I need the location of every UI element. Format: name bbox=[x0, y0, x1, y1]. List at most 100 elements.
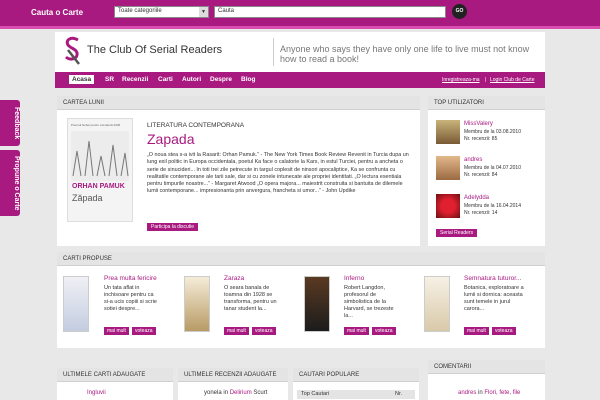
user-member: Membru de la 16.04.2014 bbox=[464, 203, 521, 209]
panel-header: CARTEA LUNII bbox=[57, 96, 420, 110]
latest-book-link[interactable]: Ingluvii bbox=[87, 390, 106, 396]
book-cover[interactable] bbox=[184, 276, 210, 332]
accent-line bbox=[0, 26, 600, 29]
more-button[interactable]: mai mult bbox=[344, 327, 369, 335]
panel-header: ULTIMELE CARTI ADAUGATE bbox=[57, 368, 173, 382]
comment-item[interactable]: andres in Flori, fete, file bbox=[458, 390, 520, 396]
user-reviews: Nr. recenzii: 85 bbox=[464, 136, 498, 142]
searches-count-col: Nr. bbox=[395, 391, 403, 397]
book-cover[interactable] bbox=[304, 276, 330, 332]
chevron-down-icon: ▼ bbox=[199, 7, 208, 17]
panel-title: CARTI PROPUSE bbox=[63, 256, 112, 262]
review-more: Scurt bbox=[253, 390, 268, 396]
book-of-month-panel: CARTEA LUNII Premiul Nobel pentru Litera… bbox=[57, 96, 420, 246]
login-link[interactable]: Login Club de Carte bbox=[490, 77, 534, 83]
more-button[interactable]: mai mult bbox=[104, 327, 129, 335]
vote-button[interactable]: voteaza bbox=[252, 327, 276, 335]
book-desc: Un tata aflat in inchisoare pentru ca si… bbox=[104, 285, 157, 312]
more-button[interactable]: mai mult bbox=[224, 327, 249, 335]
search-input[interactable]: Cauta bbox=[214, 6, 446, 18]
book-cover[interactable] bbox=[63, 276, 89, 332]
search-bar: Cauta o Carte Toate categoriile ▼ Cauta … bbox=[0, 0, 600, 26]
book-desc: Botanica, exploratoare a lumii si dornic… bbox=[464, 285, 524, 312]
serial-readers-button[interactable]: Serial Readers bbox=[436, 229, 478, 237]
proposed-books-panel: CARTI PROPUSE Prea multa fericire Un tat… bbox=[57, 252, 545, 348]
review-in: in bbox=[223, 390, 229, 396]
review-user[interactable]: yonela bbox=[204, 390, 222, 396]
top-searches-col: Top Cautari bbox=[301, 391, 330, 397]
user-member: Membru de la 03.08.2010 bbox=[464, 129, 521, 135]
panel-title: COMENTARII bbox=[434, 364, 472, 370]
register-link[interactable]: Inregistreaza-ma bbox=[442, 77, 480, 83]
panel-title: ULTIMELE RECENZII ADAUGATE bbox=[184, 372, 277, 378]
search-label: Cauta o Carte bbox=[31, 8, 84, 17]
panel-title: ULTIMELE CARTI ADAUGATE bbox=[63, 372, 146, 378]
comment-user[interactable]: andres bbox=[458, 390, 476, 396]
latest-reviews-panel: ULTIMELE RECENZII ADAUGATE yonela in Del… bbox=[178, 368, 288, 400]
avatar[interactable] bbox=[436, 194, 460, 218]
cover-title: Zăpada bbox=[72, 193, 103, 203]
user-name[interactable]: andres bbox=[464, 157, 482, 163]
searches-table-header: Top Cautari Nr. bbox=[297, 390, 415, 399]
user-reviews: Nr. recenzii: 14 bbox=[464, 210, 498, 216]
category-select[interactable]: Toate categoriile ▼ bbox=[114, 6, 209, 18]
comments-panel: COMENTARII andres in Flori, fete, file bbox=[428, 360, 545, 400]
cover-author: ORHAN PAMUK bbox=[72, 183, 125, 190]
panel-header: CAUTARI POPULARE bbox=[293, 368, 419, 382]
top-users-panel: TOP UTILIZATORI MissValery Membru de la … bbox=[428, 96, 545, 246]
panel-header: ULTIMELE RECENZII ADAUGATE bbox=[178, 368, 288, 382]
book-title[interactable]: Semnatura tuturor... bbox=[464, 275, 521, 282]
book-genre: LITERATURA CONTEMPORANA bbox=[147, 122, 245, 129]
nav-recenzii[interactable]: Recenzii bbox=[122, 76, 148, 83]
nav-blog[interactable]: Blog bbox=[241, 76, 255, 83]
nav-carti[interactable]: Carti bbox=[158, 76, 173, 83]
more-button[interactable]: mai mult bbox=[464, 327, 489, 335]
user-reviews: Nr. recenzii: 84 bbox=[464, 172, 498, 178]
book-title[interactable]: Inferno bbox=[344, 275, 364, 282]
discuss-button[interactable]: Participa la discutie bbox=[147, 223, 199, 231]
category-selected: Toate categoriile bbox=[118, 8, 162, 14]
panel-header: CARTI PROPUSE bbox=[57, 252, 545, 266]
site-header: The Club Of Serial Readers Anyone who sa… bbox=[55, 32, 545, 72]
site-tagline: Anyone who says they have only one life … bbox=[280, 44, 530, 64]
vote-button[interactable]: voteaza bbox=[372, 327, 396, 335]
book-desc: O seara banala de toamna din 1928 se tra… bbox=[224, 285, 277, 312]
popular-searches-panel: CAUTARI POPULARE Top Cautari Nr. bbox=[293, 368, 419, 400]
nav-autori[interactable]: Autori bbox=[182, 76, 201, 83]
nav-despre[interactable]: Despre bbox=[210, 76, 232, 83]
comment-in: in bbox=[478, 390, 483, 396]
panel-header: COMENTARII bbox=[428, 360, 545, 374]
user-name[interactable]: MissValery bbox=[464, 121, 493, 127]
book-title[interactable]: Zaraza bbox=[224, 275, 244, 282]
propune-carte-tab[interactable]: Propune o Carte bbox=[0, 150, 20, 216]
comment-book[interactable]: Flori, fete, file bbox=[484, 390, 520, 396]
sr-logo-icon[interactable] bbox=[63, 36, 83, 66]
panel-title: CARTEA LUNII bbox=[63, 100, 104, 106]
avatar[interactable] bbox=[436, 156, 460, 180]
vote-button[interactable]: voteaza bbox=[132, 327, 156, 335]
book-cover[interactable] bbox=[424, 276, 450, 332]
review-book[interactable]: Delirium bbox=[230, 390, 252, 396]
snow-city-illustration bbox=[71, 131, 129, 181]
nav-separator: | bbox=[485, 77, 487, 83]
nav-acasa[interactable]: Acasa bbox=[69, 75, 95, 84]
avatar[interactable] bbox=[436, 120, 460, 144]
feedback-tab[interactable]: Feedback bbox=[0, 100, 20, 146]
panel-title: TOP UTILIZATORI bbox=[434, 100, 484, 106]
book-title[interactable]: Prea multa fericire bbox=[104, 275, 157, 282]
book-desc: Robert Langdon, profesorul de simbolisti… bbox=[344, 285, 394, 319]
book-description: „O noua stea s-a ivit la Rasarit: Orhan … bbox=[147, 152, 409, 195]
user-member: Membru de la 04.07.2010 bbox=[464, 165, 521, 171]
latest-books-panel: ULTIMELE CARTI ADAUGATE Ingluvii bbox=[57, 368, 173, 400]
panel-header: TOP UTILIZATORI bbox=[428, 96, 545, 110]
user-name[interactable]: Adelydda bbox=[464, 195, 489, 201]
main-nav: Acasa SR Recenzii Carti Autori Despre Bl… bbox=[55, 72, 545, 88]
review-item[interactable]: yonela in Delirium Scurt bbox=[204, 390, 267, 396]
go-button[interactable]: GO bbox=[452, 4, 467, 19]
book-title[interactable]: Zapada bbox=[147, 131, 194, 147]
site-title[interactable]: The Club Of Serial Readers bbox=[87, 44, 222, 56]
book-cover[interactable]: Premiul Nobel pentru Literatură 2006 ORH… bbox=[67, 118, 133, 222]
nav-sr[interactable]: SR bbox=[105, 76, 114, 83]
panel-title: CAUTARI POPULARE bbox=[299, 372, 360, 378]
vote-button[interactable]: voteaza bbox=[492, 327, 516, 335]
